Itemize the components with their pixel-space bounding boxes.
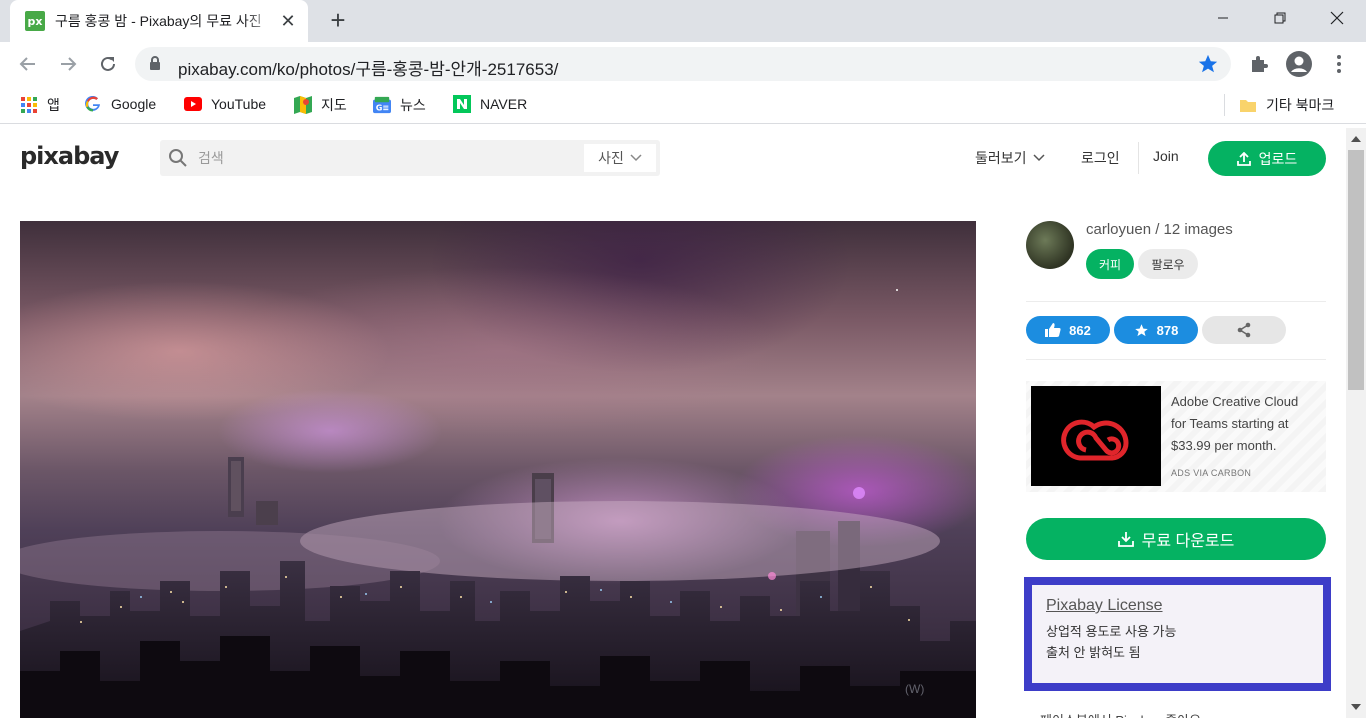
close-tab-icon[interactable]: ✕	[278, 11, 298, 31]
news-icon: G≡	[373, 96, 391, 114]
upload-button[interactable]: 업로드	[1208, 141, 1326, 176]
url-text: pixabay.com/ko/photos/구름-홍콩-밤-안개-2517653…	[178, 60, 559, 79]
header-divider	[1138, 142, 1139, 174]
profile-avatar-icon[interactable]	[1285, 50, 1313, 78]
browser-tab[interactable]: px 구름 홍콩 밤 - Pixabay의 무료 사진 ✕	[10, 0, 308, 42]
new-tab-button[interactable]: +	[326, 7, 350, 33]
bookmarks-divider	[1224, 94, 1225, 116]
naver-icon	[453, 95, 471, 113]
download-label: 무료 다운로드	[1141, 533, 1235, 550]
download-icon	[1117, 532, 1134, 547]
bookmark-label: Google	[111, 96, 157, 112]
chevron-down-icon	[630, 154, 642, 162]
minimize-button[interactable]	[1194, 0, 1252, 36]
site-header: pixabay 사진 둘러보기 로그인 Join 업로드	[0, 128, 1346, 188]
like-button[interactable]: 862	[1026, 316, 1110, 344]
license-link[interactable]: Pixabay License	[1046, 597, 1323, 615]
like-count: 862	[1069, 322, 1091, 338]
divider	[1026, 359, 1326, 360]
watermark-text: (W)	[905, 682, 925, 696]
back-button[interactable]	[14, 50, 42, 78]
bookmark-google[interactable]: Google	[84, 95, 156, 113]
pixabay-logo[interactable]: pixabay	[20, 142, 119, 170]
free-download-button[interactable]: 무료 다운로드	[1026, 518, 1326, 560]
thumbs-up-icon	[1045, 323, 1061, 337]
youtube-icon	[184, 95, 202, 113]
license-line: 상업적 용도로 사용 가능	[1046, 624, 1177, 639]
bookmark-label: 앱	[47, 97, 60, 113]
scroll-thumb[interactable]	[1348, 150, 1364, 390]
login-link[interactable]: 로그인	[1081, 148, 1120, 168]
divider	[1026, 301, 1326, 302]
main-photo[interactable]	[20, 221, 976, 718]
bookmark-label: YouTube	[211, 96, 267, 112]
bookmark-news[interactable]: G≡ 뉴스	[373, 95, 426, 115]
facebook-like-text[interactable]: 페이스북에서 Pixabay 좋아요	[1040, 710, 1201, 718]
media-type-label: 사진	[598, 150, 624, 166]
bookmark-apps[interactable]: 앱	[20, 95, 60, 115]
ad-text: Adobe Creative Cloud for Teams starting …	[1171, 394, 1299, 453]
page-scrollbar[interactable]	[1346, 128, 1366, 718]
upload-icon	[1236, 151, 1251, 166]
close-window-button[interactable]	[1308, 0, 1366, 36]
join-link[interactable]: Join	[1153, 148, 1179, 164]
bookmark-label: 지도	[321, 97, 347, 113]
ad-via-label[interactable]: ADS VIA CARBON	[1171, 468, 1251, 478]
bookmark-label: NAVER	[480, 96, 528, 112]
folder-icon	[1239, 96, 1257, 114]
other-bookmarks[interactable]: 기타 북마크	[1239, 95, 1334, 115]
address-bar[interactable]: pixabay.com/ko/photos/구름-홍콩-밤-안개-2517653…	[135, 47, 1231, 81]
other-bookmarks-label: 기타 북마크	[1266, 97, 1335, 113]
author-avatar[interactable]	[1026, 221, 1074, 269]
tab-title: 구름 홍콩 밤 - Pixabay의 무료 사진	[55, 13, 262, 29]
extensions-puzzle-icon[interactable]	[1245, 50, 1273, 78]
carbon-ad[interactable]: Adobe Creative Cloud for Teams starting …	[1026, 381, 1326, 492]
follow-button[interactable]: 팔로우	[1138, 249, 1198, 279]
lock-icon	[149, 56, 161, 76]
google-icon	[84, 95, 102, 113]
tab-strip: px 구름 홍콩 밤 - Pixabay의 무료 사진 ✕ +	[0, 0, 1366, 42]
bookmark-label: 뉴스	[400, 97, 426, 113]
coffee-button[interactable]: 커피	[1086, 249, 1134, 279]
page-content: pixabay 사진 둘러보기 로그인 Join 업로드	[0, 128, 1346, 718]
city-skyline-image	[20, 289, 976, 718]
bookmarks-bar: 앱 Google YouTube 지도 G≡ 뉴스 NAVER 기타 북마크	[0, 86, 1366, 124]
maps-icon	[294, 96, 312, 114]
upload-label: 업로드	[1258, 150, 1298, 167]
adobe-cc-logo-icon	[1031, 386, 1161, 486]
reload-button[interactable]	[94, 50, 122, 78]
search-icon[interactable]	[168, 148, 188, 173]
star-icon	[1134, 323, 1148, 336]
bookmark-maps[interactable]: 지도	[294, 95, 347, 115]
search-bar: 사진	[160, 140, 660, 176]
chevron-down-icon	[1033, 154, 1045, 162]
explore-menu[interactable]: 둘러보기	[975, 148, 1045, 168]
apps-grid-icon	[20, 96, 38, 114]
scroll-down-arrow-icon[interactable]	[1351, 704, 1361, 710]
scroll-up-arrow-icon[interactable]	[1351, 136, 1361, 142]
search-input[interactable]	[198, 140, 578, 176]
pixabay-favicon-icon: px	[25, 11, 45, 31]
explore-label: 둘러보기	[975, 150, 1027, 166]
browser-toolbar: pixabay.com/ko/photos/구름-홍콩-밤-안개-2517653…	[0, 42, 1366, 86]
bookmark-star-icon[interactable]	[1197, 53, 1219, 80]
restore-button[interactable]	[1251, 0, 1309, 36]
license-box: Pixabay License 상업적 용도로 사용 가능 출처 안 밝혀도 됨	[1024, 577, 1331, 691]
bookmark-naver[interactable]: NAVER	[453, 95, 527, 113]
svg-text:G≡: G≡	[376, 102, 389, 112]
license-line: 출처 안 밝혀도 됨	[1046, 645, 1141, 660]
favorite-count: 878	[1156, 322, 1179, 338]
favorite-button[interactable]: 878	[1114, 316, 1198, 344]
media-type-dropdown[interactable]: 사진	[584, 144, 656, 172]
share-icon	[1237, 322, 1251, 338]
author-name[interactable]: carloyuen / 12 images	[1086, 221, 1233, 238]
share-button[interactable]	[1202, 316, 1286, 344]
forward-button[interactable]	[54, 50, 82, 78]
menu-dots-icon[interactable]	[1325, 50, 1353, 78]
bookmark-youtube[interactable]: YouTube	[184, 95, 266, 113]
